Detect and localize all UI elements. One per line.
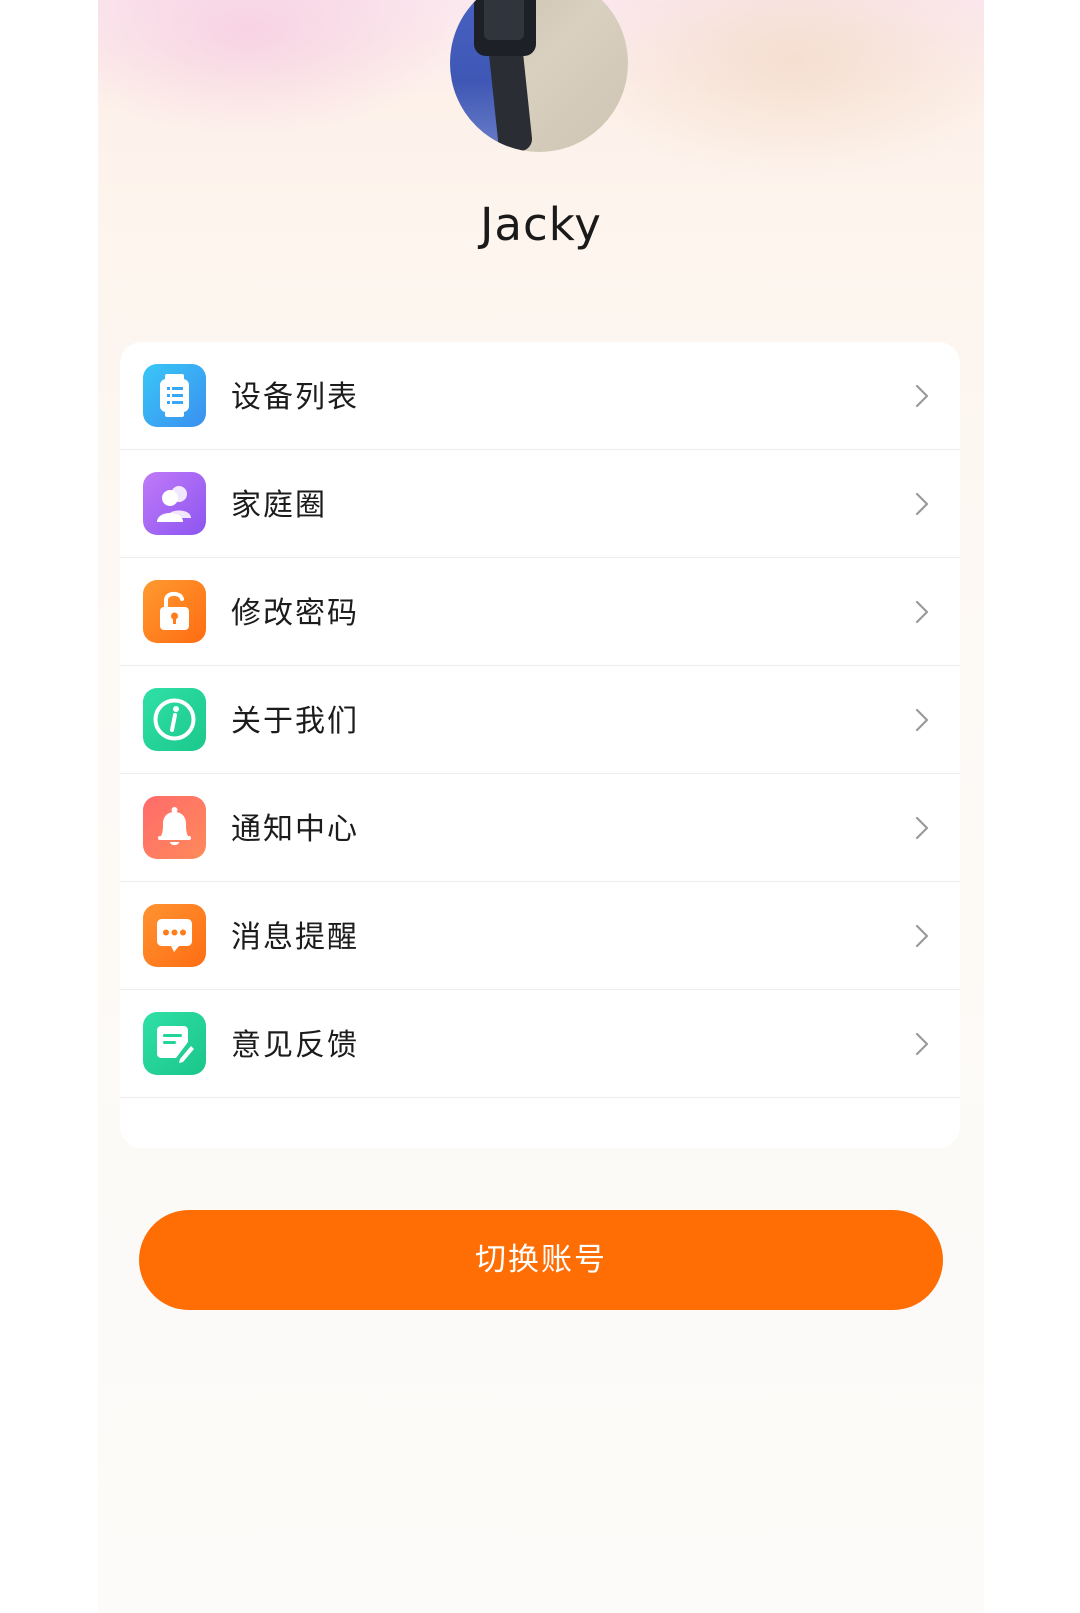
unlock-icon [143,580,206,643]
bell-icon [143,796,206,859]
background-glow [564,0,984,180]
message-icon [143,904,206,967]
chevron-right-icon [915,384,929,408]
menu-item-label: 修改密码 [231,596,359,631]
menu-item-family-circle[interactable]: 家庭圈 [120,450,960,558]
chevron-right-icon [915,600,929,624]
chevron-right-icon [915,492,929,516]
menu-item-label: 关于我们 [231,704,359,739]
menu-item-label: 设备列表 [231,380,359,415]
background-glow [98,0,458,140]
chevron-right-icon [915,708,929,732]
chevron-right-icon [915,924,929,948]
menu-item-device-list[interactable]: 设备列表 [120,342,960,450]
username: Jacky [480,198,602,251]
menu-item-label: 意见反馈 [231,1028,359,1063]
family-icon [143,472,206,535]
chevron-right-icon [915,1032,929,1056]
info-icon [143,688,206,751]
menu-item-change-password[interactable]: 修改密码 [120,558,960,666]
chevron-right-icon [915,816,929,840]
menu-item-notification-center[interactable]: 通知中心 [120,774,960,882]
menu-item-feedback[interactable]: 意见反馈 [120,990,960,1098]
settings-menu: 设备列表 家庭圈 修改密码 关于我们 通知中心 消息提醒 意见反馈 [120,342,960,1148]
menu-item-label: 通知中心 [231,812,359,847]
profile-page: Jacky 设备列表 家庭圈 修改密码 关于我们 通知中心 消息提醒 意见反馈 … [98,0,984,1613]
switch-account-button[interactable]: 切换账号 [139,1210,943,1310]
menu-item-label: 家庭圈 [231,488,327,523]
menu-item-label: 消息提醒 [231,920,359,955]
feedback-icon [143,1012,206,1075]
menu-item-about-us[interactable]: 关于我们 [120,666,960,774]
menu-item-message-reminder[interactable]: 消息提醒 [120,882,960,990]
watch-list-icon [143,364,206,427]
